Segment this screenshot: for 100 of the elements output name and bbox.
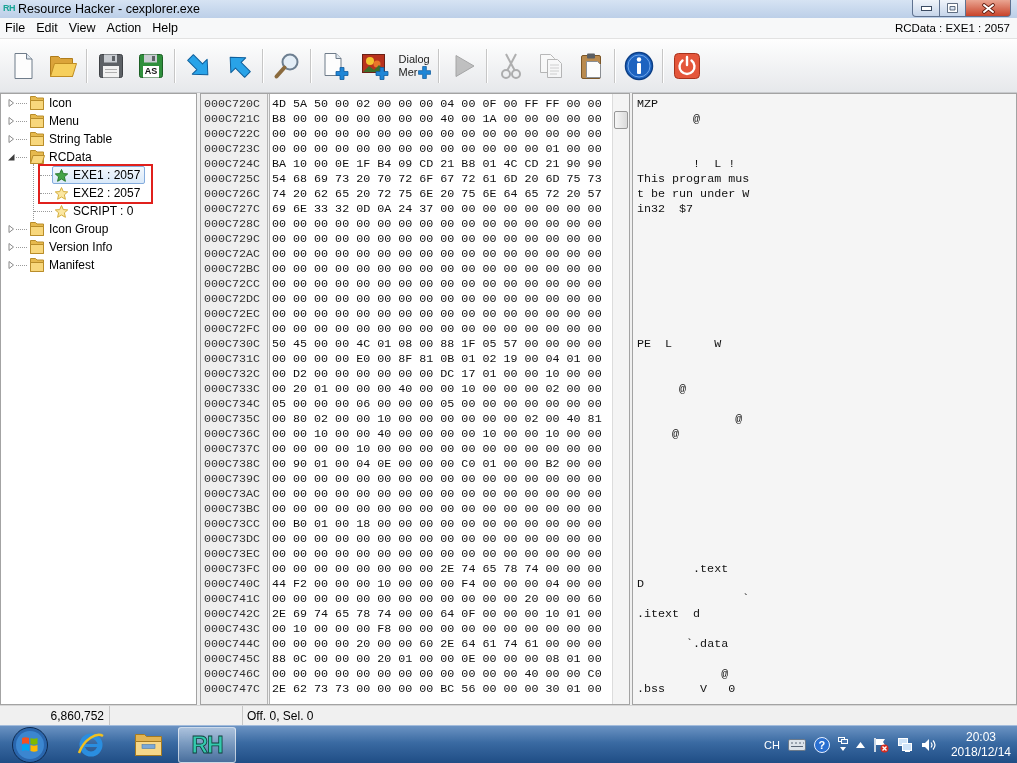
speaker-icon[interactable] xyxy=(920,737,937,752)
close-icon xyxy=(981,2,995,14)
offset-label: 000C735C xyxy=(204,412,261,427)
maximize-button[interactable] xyxy=(940,0,966,17)
tree-item[interactable]: Icon Group xyxy=(27,220,114,238)
help-button[interactable]: ? xyxy=(813,736,830,753)
resource-path-label: RCData : EXE1 : 2057 xyxy=(894,22,1010,34)
hex-bytes: 2E 69 74 65 78 74 00 00 64 0F 00 00 00 10 01 00 xyxy=(272,607,602,622)
offset-label: 000C728C xyxy=(204,217,261,232)
hex-bytes: 00 00 00 00 00 00 00 00 00 00 00 00 00 00 00 00 xyxy=(272,232,602,247)
expand-arrow-icon[interactable] xyxy=(8,117,15,125)
tree-item[interactable]: Manifest xyxy=(27,256,100,274)
offset-label: 000C723C xyxy=(204,142,261,157)
folder-icon xyxy=(29,257,45,273)
expand-arrow-icon[interactable] xyxy=(8,135,15,143)
expand-arrow-icon[interactable] xyxy=(8,225,15,233)
tree-item[interactable]: Menu xyxy=(27,112,85,130)
tree-item[interactable]: String Table xyxy=(27,130,118,148)
hex-bytes: 69 6E 33 32 0D 0A 24 37 00 00 00 00 00 00 00 00 xyxy=(272,202,602,217)
hex-bytes: 50 45 00 00 4C 01 08 00 88 1F 05 57 00 00 00 00 xyxy=(272,337,602,352)
ascii-text: in32 $7 xyxy=(637,202,694,217)
offset-label: 000C733C xyxy=(204,382,261,397)
hex-bytes: B8 00 00 00 00 00 00 00 40 00 1A 00 00 00 00 00 xyxy=(272,112,602,127)
hex-bytes: 2E 62 73 73 00 00 00 00 BC 56 00 00 00 30 01 00 xyxy=(272,682,602,697)
hex-bytes: 00 00 00 00 00 00 00 00 00 00 00 00 00 00 00 00 xyxy=(272,307,602,322)
hex-bytes: 00 00 00 00 00 00 00 00 00 00 00 00 00 00 00 00 xyxy=(272,217,602,232)
ascii-text: @ xyxy=(693,112,701,127)
offset-label: 000C72EC xyxy=(204,307,261,322)
selection-label: Off. 0, Sel. 0 xyxy=(247,708,314,723)
menubar-entry[interactable]: Action xyxy=(101,21,148,35)
tree-item[interactable]: SCRIPT : 0 xyxy=(52,202,139,220)
ascii-text: .text xyxy=(693,562,729,577)
offset-label: 000C745C xyxy=(204,652,261,667)
expand-arrow-icon[interactable] xyxy=(8,261,15,269)
hex-bytes: 00 00 00 00 00 00 00 00 00 00 00 00 20 00 00 60 xyxy=(272,592,602,607)
offset-label: 000C72CC xyxy=(204,277,261,292)
ascii-text: ` xyxy=(742,592,750,607)
hex-bytes: 00 20 01 00 00 00 40 00 00 10 00 00 00 02 00 00 xyxy=(272,382,602,397)
expand-arrow-icon[interactable] xyxy=(8,243,15,251)
hex-bytes: 00 00 00 00 00 00 00 00 00 00 00 00 00 00 00 00 xyxy=(272,247,602,262)
keyboard-icon[interactable] xyxy=(787,738,806,751)
star-icon xyxy=(55,186,68,200)
ascii-text: @ xyxy=(672,427,680,442)
offset-label: 000C729C xyxy=(204,232,261,247)
offset-label: 000C738C xyxy=(204,457,261,472)
hex-bytes: 00 00 10 00 00 40 00 00 00 00 10 00 00 10 00 00 xyxy=(272,427,602,442)
menubar-entry[interactable]: Help xyxy=(147,21,185,35)
offset-label: 000C740C xyxy=(204,577,261,592)
save-as-button[interactable]: AS xyxy=(131,45,171,86)
network-icon[interactable] xyxy=(896,736,913,753)
small-windows-icon[interactable] xyxy=(837,737,848,752)
file-size-label: 6,860,752 xyxy=(50,708,104,723)
ascii-text: @ xyxy=(721,667,729,682)
close-button[interactable] xyxy=(966,0,1011,17)
offset-label: 000C73CC xyxy=(204,517,261,532)
hex-bytes: BA 10 00 0E 1F B4 09 CD 21 B8 01 4C CD 21 90 90 xyxy=(272,157,602,172)
tree-item[interactable]: EXE1 : 2057 xyxy=(52,166,146,184)
hex-bytes: 00 00 00 00 00 00 00 00 00 00 00 00 00 00 00 00 xyxy=(272,292,602,307)
hex-bytes: 00 00 00 00 00 00 00 00 00 00 00 00 00 00 00 00 xyxy=(272,532,602,547)
tree-item[interactable]: EXE2 : 2057 xyxy=(52,184,146,202)
menubar-entry[interactable]: Edit xyxy=(31,21,64,35)
ascii-text: @ xyxy=(679,382,687,397)
dialog-merge-button[interactable]: Dialog Mer xyxy=(395,45,435,86)
star-icon xyxy=(55,168,68,182)
scrollbar-thumb[interactable] xyxy=(614,111,628,129)
tree-item[interactable]: Icon xyxy=(27,94,77,112)
minimize-button[interactable] xyxy=(912,0,940,17)
folder-icon xyxy=(29,113,45,129)
hex-bytes: 00 00 00 00 00 00 00 00 00 00 00 00 00 01 00 00 xyxy=(272,142,602,157)
hex-bytes: 00 00 00 00 00 00 00 00 00 00 00 00 00 00 00 00 xyxy=(272,322,602,337)
offset-label: 000C732C xyxy=(204,367,261,382)
menubar-entry[interactable]: View xyxy=(63,21,102,35)
offset-label: 000C721C xyxy=(204,112,261,127)
offset-label: 000C746C xyxy=(204,667,261,682)
offset-label: 000C739C xyxy=(204,472,261,487)
ascii-text: MZP xyxy=(637,97,659,112)
open-folder-icon xyxy=(29,149,45,165)
hex-bytes: 00 00 00 00 00 00 00 00 00 00 00 00 00 00 00 00 xyxy=(272,127,602,142)
offset-label: 000C731C xyxy=(204,352,261,367)
offset-label: 000C73DC xyxy=(204,532,261,547)
offset-label: 000C722C xyxy=(204,127,261,142)
tree-item[interactable]: RCData xyxy=(27,148,97,166)
hex-bytes: 00 00 00 00 00 00 00 00 00 00 00 00 00 00 00 00 xyxy=(272,487,602,502)
scrollbar[interactable] xyxy=(612,94,629,704)
flag-icon[interactable] xyxy=(872,736,889,753)
offset-label: 000C73FC xyxy=(204,562,261,577)
clock-time: 20:03 xyxy=(965,729,996,745)
tree-item[interactable]: Version Info xyxy=(27,238,118,256)
hex-bytes: 00 10 00 00 00 F8 00 00 00 00 00 00 00 00 00 00 xyxy=(272,622,602,637)
up-arrow-icon[interactable] xyxy=(855,741,865,748)
hex-bytes: 00 D2 00 00 00 00 00 00 DC 17 01 00 00 10 00 00 xyxy=(272,367,602,382)
hex-bytes: 00 90 01 00 04 0E 00 00 00 C0 01 00 00 B2 00 00 xyxy=(272,457,602,472)
menubar-entry[interactable]: File xyxy=(0,21,32,35)
language-indicator[interactable]: CH xyxy=(764,738,780,751)
folder-icon xyxy=(134,731,164,758)
offset-label: 000C72DC xyxy=(204,292,261,307)
collapse-arrow-icon[interactable] xyxy=(8,153,15,161)
offset-label: 000C743C xyxy=(204,622,261,637)
expand-arrow-icon[interactable] xyxy=(8,99,15,107)
offset-label: 000C741C xyxy=(204,592,261,607)
